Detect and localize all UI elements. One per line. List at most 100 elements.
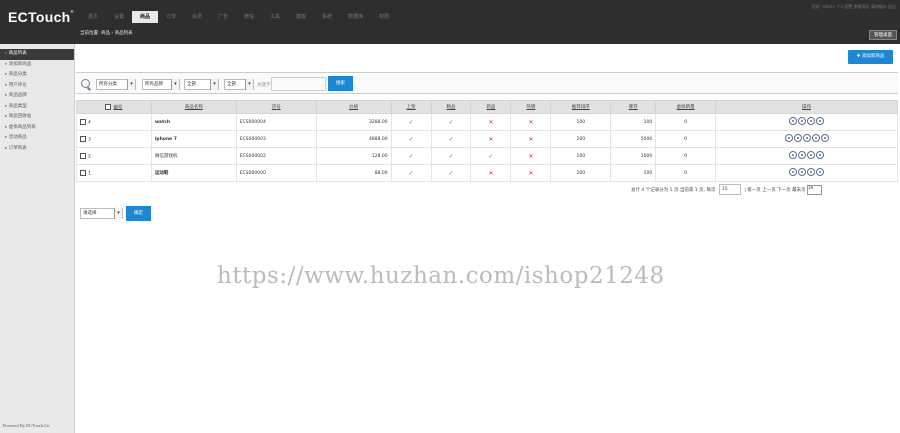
onsale-toggle[interactable]: ✓ (390, 130, 432, 148)
nav-item[interactable]: 权限 (371, 11, 397, 23)
column-header[interactable]: 虚拟销量 (655, 100, 717, 114)
best-toggle[interactable]: ✓ (430, 130, 472, 148)
view-icon[interactable] (789, 117, 798, 125)
delete-icon[interactable] (816, 117, 825, 125)
column-header[interactable]: 操作 (715, 100, 898, 114)
cross-icon: ✕ (528, 169, 534, 177)
nav-item[interactable]: 微信 (236, 11, 262, 23)
nav-item[interactable]: 模板 (288, 11, 314, 23)
edit-icon[interactable] (798, 151, 807, 159)
keyword-label: 关键字 (257, 83, 271, 88)
sidebar-item[interactable]: 商品列表 (0, 49, 74, 60)
sidebar-item[interactable]: 商品类型 (0, 102, 74, 113)
delete-icon[interactable] (811, 134, 820, 142)
add-product-label: 添加新商品 (861, 54, 885, 59)
id-value: 2 (88, 154, 91, 160)
column-header-label: 价格 (349, 105, 359, 110)
sidebar-item[interactable]: 订单列表 (0, 144, 74, 155)
batch-confirm-button[interactable]: 确定 (126, 206, 151, 221)
new-toggle[interactable]: ✓ (470, 147, 512, 165)
column-header-label: 操作 (802, 105, 812, 110)
column-header[interactable]: 新品 (470, 100, 512, 114)
select-all-checkbox[interactable] (105, 103, 112, 110)
sidebar-item[interactable]: 商品品牌 (0, 91, 74, 102)
onsale-toggle[interactable]: ✓ (390, 164, 432, 182)
brand-select[interactable]: 所有品牌 ▾ (142, 79, 180, 90)
edit-icon[interactable] (793, 134, 802, 142)
sort-order: 100 (550, 130, 612, 148)
search-button[interactable]: 搜索 (328, 76, 353, 91)
manage-desktop-button[interactable]: 管理桌面 (869, 30, 897, 40)
copy-icon[interactable] (802, 134, 811, 142)
hot-toggle[interactable]: ✕ (510, 164, 552, 182)
onsale-toggle[interactable]: ✓ (390, 147, 432, 165)
view-icon[interactable] (789, 168, 798, 176)
best-toggle[interactable]: ✓ (430, 164, 472, 182)
product-sn: ECS000003 (235, 130, 317, 148)
add-product-button[interactable]: ✚ 添加新商品 (848, 50, 893, 64)
new-toggle[interactable]: ✕ (470, 130, 512, 148)
sidebar-item[interactable]: 商品回收站 (0, 112, 74, 123)
column-header[interactable]: 热销 (510, 100, 552, 114)
sort-order: 100 (550, 164, 612, 182)
nav-item[interactable]: 数据库 (340, 11, 371, 23)
nav-item[interactable]: 首页 (80, 11, 106, 23)
category-select[interactable]: 所有分类 ▾ (96, 79, 136, 90)
sidebar-item[interactable]: 用户评论 (0, 81, 74, 92)
type-select[interactable]: 全部 ▾ (184, 79, 219, 90)
edit-icon[interactable] (798, 168, 807, 176)
column-header[interactable]: 推荐排序 (550, 100, 612, 114)
status-select[interactable]: 全部 ▾ (224, 79, 254, 90)
column-header[interactable]: 上架 (390, 100, 432, 114)
sidebar-item[interactable]: 商品分类 (0, 70, 74, 81)
column-header[interactable]: 库存 (610, 100, 657, 114)
column-header[interactable]: 货号 (235, 100, 317, 114)
nav-item[interactable]: 会员 (184, 11, 210, 23)
column-header[interactable]: 编号 (76, 100, 152, 114)
new-toggle[interactable]: ✕ (470, 164, 512, 182)
page-select[interactable]: 1▾ (807, 184, 823, 195)
row-checkbox[interactable] (80, 118, 86, 125)
column-header-label: 虚拟销量 (676, 105, 695, 110)
keyword-input[interactable] (271, 77, 326, 91)
nav-item[interactable]: 广告 (210, 11, 236, 23)
hot-toggle[interactable]: ✕ (510, 147, 552, 165)
top-right-links[interactable]: 您好: admin 个人设置 查看网店 清除缓存 退出 (812, 4, 896, 10)
nav-item[interactable]: 商品 (132, 11, 159, 23)
product-price: 3288.00 (315, 113, 392, 131)
row-checkbox[interactable] (80, 169, 86, 176)
per-page-input[interactable]: 15 (718, 184, 741, 195)
nav-item[interactable]: 订单 (158, 11, 184, 23)
nav-item[interactable]: 设置 (106, 11, 132, 23)
column-header[interactable]: 价格 (315, 100, 392, 114)
hot-toggle[interactable]: ✕ (510, 113, 552, 131)
nav-item[interactable]: 系统 (314, 11, 340, 23)
best-toggle[interactable]: ✓ (430, 147, 472, 165)
logo[interactable]: ECTouch® (8, 9, 74, 25)
batch-action-select[interactable]: 请选择 ▾ (80, 208, 123, 219)
best-toggle[interactable]: ✓ (430, 113, 472, 131)
row-checkbox[interactable] (80, 135, 86, 142)
hot-toggle[interactable]: ✕ (510, 130, 552, 148)
view-icon[interactable] (789, 151, 798, 159)
table-row: 1 运动鞋 ECS000000 88.00 ✓ ✓ ✕ ✕ 100 100 0 (76, 164, 898, 182)
column-header[interactable]: 精品 (430, 100, 472, 114)
sidebar-item[interactable]: 虚拟商品列表 (0, 123, 74, 134)
copy-icon[interactable] (807, 151, 816, 159)
delete-icon[interactable] (816, 168, 825, 176)
column-header-label: 商品名称 (184, 105, 203, 110)
nav-item[interactable]: 工具 (262, 11, 288, 23)
copy-icon[interactable] (807, 168, 816, 176)
delete-icon[interactable] (816, 151, 825, 159)
row-checkbox[interactable] (80, 152, 86, 159)
pager-links[interactable]: | 第一页 上一页 下一页 最末页 (744, 188, 805, 193)
column-header[interactable]: 商品名称 (150, 100, 237, 114)
onsale-toggle[interactable]: ✓ (390, 113, 432, 131)
view-icon[interactable] (784, 134, 793, 142)
copy-icon[interactable] (807, 117, 816, 125)
new-toggle[interactable]: ✕ (470, 113, 512, 131)
edit-icon[interactable] (798, 117, 807, 125)
sidebar-item[interactable]: 活动商品 (0, 133, 74, 144)
sidebar-item[interactable]: 添加新商品 (0, 60, 74, 71)
more-icon[interactable] (820, 134, 829, 142)
